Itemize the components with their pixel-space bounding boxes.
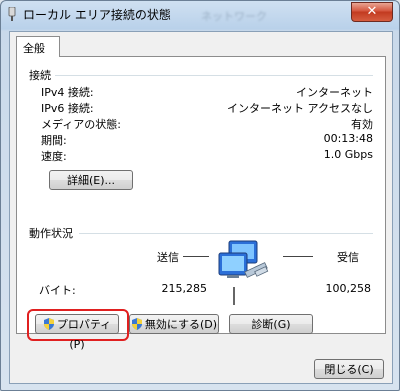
ipv4-label: IPv4 接続: <box>41 86 94 99</box>
close-icon: ✕ <box>366 4 378 19</box>
tab-panel: 接続 IPv4 接続: インターネット IPv6 接続: インターネット アクセ… <box>16 56 386 351</box>
received-bytes-value: 100,258 <box>325 282 372 295</box>
sent-bytes-value: 215,285 <box>161 282 208 295</box>
ipv6-label: IPv6 接続: <box>41 102 94 115</box>
network-adapter-icon <box>8 7 16 21</box>
connection-heading: 接続 <box>29 69 51 82</box>
disable-label: 無効にする(D) <box>144 318 218 331</box>
disable-button[interactable]: 無効にする(D) <box>129 314 219 334</box>
network-activity-icon <box>218 240 269 305</box>
bytes-label: バイト: <box>39 284 76 297</box>
tab-label: 全般 <box>23 42 45 55</box>
close-button[interactable]: 閉じる(C) <box>314 359 384 379</box>
sent-label: 送信 <box>157 251 179 264</box>
status-dialog: ローカル エリア接続の状態 ネットワーク ✕ 全般 接続 IPv4 接続: イン… <box>0 0 400 391</box>
activity-heading: 動作状況 <box>29 227 73 240</box>
speed-value: 1.0 Gbps <box>323 148 373 161</box>
media-state-label: メディアの状態: <box>41 118 121 131</box>
uac-shield-icon <box>131 318 142 330</box>
uac-shield-icon <box>43 318 54 330</box>
window-title: ローカル エリア接続の状態 <box>23 8 171 22</box>
properties-label: プロパティ(P) <box>56 318 112 351</box>
duration-label: 期間: <box>41 134 67 147</box>
sent-line <box>183 256 209 257</box>
tab-general[interactable]: 全般 <box>16 36 60 57</box>
background-window-title: ネットワーク <box>201 10 267 23</box>
media-state-value: 有効 <box>351 118 373 131</box>
duration-value: 00:13:48 <box>323 132 373 145</box>
dialog-client: 全般 接続 IPv4 接続: インターネット IPv6 接続: インターネット … <box>9 31 393 384</box>
title-bar[interactable]: ローカル エリア接続の状態 ネットワーク ✕ <box>1 1 399 27</box>
properties-button[interactable]: プロパティ(P) <box>35 314 119 351</box>
received-label: 受信 <box>337 251 359 264</box>
speed-label: 速度: <box>41 150 67 163</box>
details-button[interactable]: 詳細(E)... <box>49 170 133 190</box>
ipv4-value: インターネット <box>296 86 373 99</box>
connection-divider <box>55 75 373 76</box>
ipv6-value: インターネット アクセスなし <box>227 102 373 115</box>
window-close-button[interactable]: ✕ <box>351 2 393 22</box>
activity-divider <box>79 233 373 234</box>
diagnose-button[interactable]: 診断(G) <box>229 314 313 334</box>
received-line <box>283 256 313 257</box>
